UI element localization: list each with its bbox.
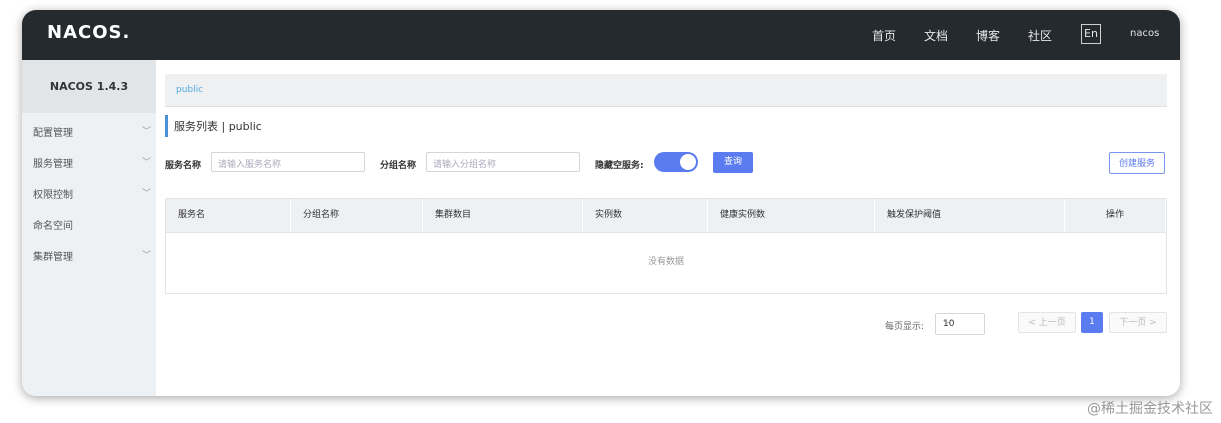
sidebar-item-label: 命名空间: [33, 221, 73, 232]
sidebar-item-service[interactable]: 服务管理 ﹀: [33, 155, 151, 175]
nav-docs[interactable]: 文档: [924, 27, 948, 44]
sidebar-item-label: 配置管理: [33, 128, 73, 139]
hide-empty-label: 隐藏空服务:: [595, 161, 644, 171]
column-actions: 操作: [1065, 199, 1166, 232]
chevron-left-icon: <: [1028, 318, 1036, 328]
search-button[interactable]: 查询: [713, 152, 753, 173]
next-page-label: 下一页: [1119, 318, 1147, 328]
sidebar-item-label: 集群管理: [33, 252, 73, 263]
sidebar-item-namespace[interactable]: 命名空间: [33, 217, 151, 237]
sidebar-item-label: 服务管理: [33, 159, 73, 170]
breadcrumb-namespace[interactable]: public: [176, 85, 203, 95]
app-window: NACOS. 首页 文档 博客 社区 En nacos NACOS 1.4.3 …: [22, 10, 1180, 396]
group-name-placeholder: 请输入分组名称: [433, 160, 497, 170]
breadcrumb: public: [165, 74, 1167, 107]
group-name-label: 分组名称: [380, 161, 417, 171]
sidebar: NACOS 1.4.3 配置管理 ﹀ 服务管理 ﹀ 权限控制 ﹀ 命名空间 集群…: [22, 60, 156, 396]
version-label: NACOS 1.4.3: [22, 60, 156, 113]
sidebar-item-config[interactable]: 配置管理 ﹀: [33, 124, 151, 144]
table-header: 服务名 分组名称 集群数目 实例数 健康实例数 触发保护阈值 操作: [166, 199, 1166, 233]
top-navbar: NACOS. 首页 文档 博客 社区 En nacos: [22, 10, 1180, 60]
sidebar-item-label: 权限控制: [33, 190, 73, 201]
sidebar-item-auth[interactable]: 权限控制 ﹀: [33, 186, 151, 206]
current-page-button[interactable]: 1: [1081, 312, 1103, 333]
service-name-placeholder: 请输入服务名称: [218, 160, 282, 170]
nav-home[interactable]: 首页: [872, 27, 896, 44]
column-service-name: 服务名: [166, 199, 291, 232]
user-menu[interactable]: nacos: [1130, 28, 1159, 39]
nav-community[interactable]: 社区: [1028, 27, 1052, 44]
page-title-text: 服务列表 | public: [174, 120, 262, 133]
service-name-label: 服务名称: [165, 161, 202, 171]
prev-page-label: 上一页: [1038, 318, 1066, 328]
nav-blog[interactable]: 博客: [976, 27, 1000, 44]
toggle-knob: [680, 154, 696, 170]
next-page-button[interactable]: 下一页 >: [1109, 312, 1167, 333]
prev-page-button[interactable]: < 上一页: [1018, 312, 1076, 333]
table-empty-state: 没有数据: [647, 257, 684, 267]
main-content: public 服务列表 | public 服务名称 请输入服务名称 分组名称 请…: [156, 60, 1180, 396]
column-protect-threshold: 触发保护阈值: [875, 199, 1065, 232]
group-name-input[interactable]: 请输入分组名称: [426, 152, 580, 172]
service-table: 服务名 分组名称 集群数目 实例数 健康实例数 触发保护阈值 操作 没有数据: [165, 198, 1167, 294]
chevron-down-icon: ﹀: [141, 189, 151, 199]
watermark: @稀土掘金技术社区: [1087, 401, 1213, 417]
chevron-down-icon: ﹀: [141, 158, 151, 168]
hide-empty-toggle[interactable]: [654, 152, 698, 172]
create-service-button[interactable]: 创建服务: [1109, 152, 1165, 174]
page-title: 服务列表 | public: [165, 115, 262, 137]
column-cluster-count: 集群数目: [423, 199, 583, 232]
chevron-down-icon: ﹀: [943, 321, 953, 331]
nacos-logo[interactable]: NACOS.: [47, 22, 130, 43]
chevron-down-icon: ﹀: [141, 251, 151, 261]
per-page-label: 每页显示:: [885, 322, 925, 332]
chevron-right-icon: >: [1149, 318, 1157, 328]
column-healthy-instances: 健康实例数: [708, 199, 875, 232]
chevron-down-icon: ﹀: [141, 127, 151, 137]
service-name-input[interactable]: 请输入服务名称: [211, 152, 365, 172]
language-switch[interactable]: En: [1081, 24, 1101, 44]
sidebar-item-cluster[interactable]: 集群管理 ﹀: [33, 248, 151, 268]
column-group-name: 分组名称: [291, 199, 423, 232]
per-page-select[interactable]: 10 ﹀: [935, 313, 985, 335]
column-instance-count: 实例数: [583, 199, 708, 232]
